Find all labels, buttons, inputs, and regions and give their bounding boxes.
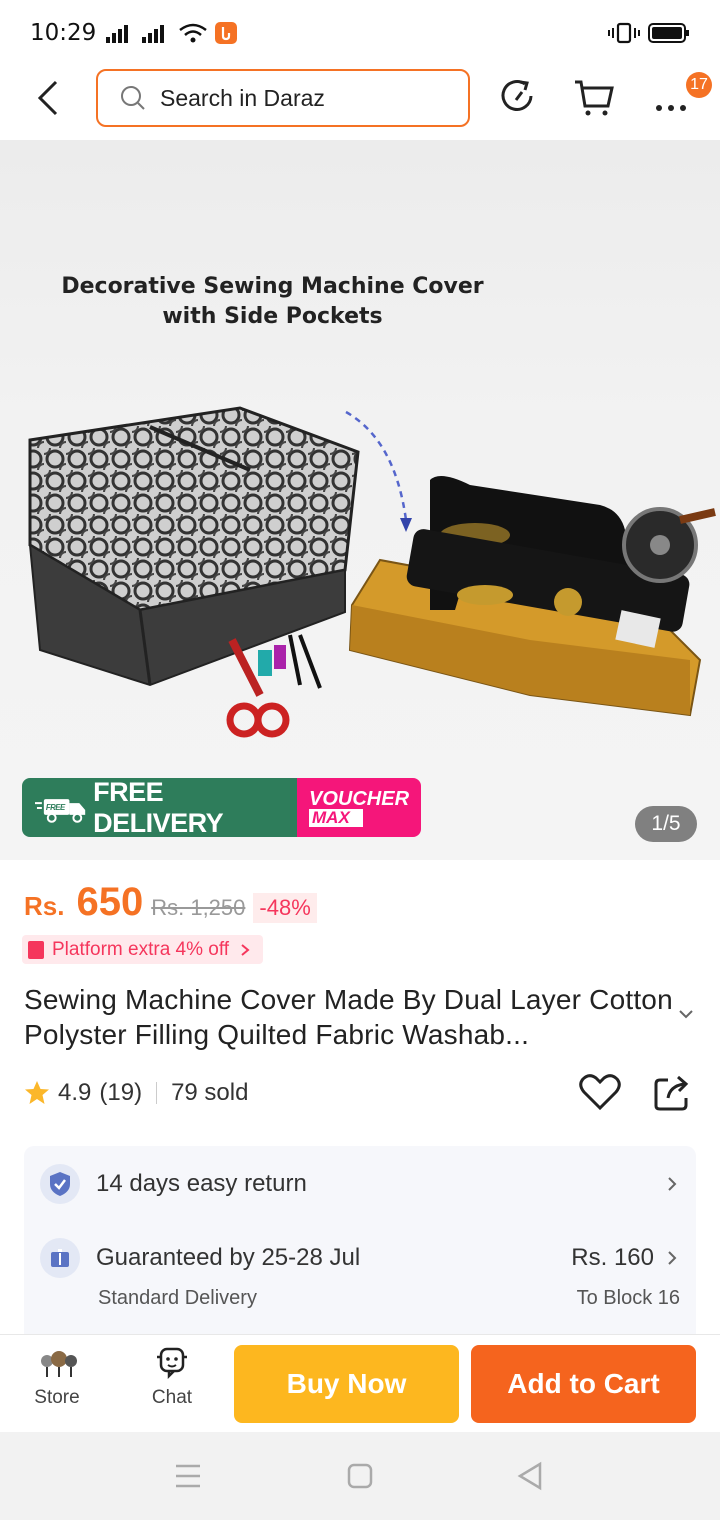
- history-button[interactable]: [498, 76, 542, 120]
- add-to-cart-button[interactable]: Add to Cart: [471, 1345, 696, 1423]
- expand-chevron-icon[interactable]: [676, 1004, 696, 1024]
- voucher-text: VOUCHER: [309, 787, 410, 810]
- status-time: 10:29: [30, 20, 97, 46]
- delivery-box-icon: [40, 1238, 80, 1278]
- back-arrow-icon: [37, 80, 58, 116]
- status-icons: [106, 21, 238, 45]
- chevron-right-icon: [668, 1177, 677, 1191]
- cart-button[interactable]: [572, 76, 616, 120]
- top-bar: Search in Daraz 17: [0, 66, 720, 140]
- store-logo-icon: [41, 1351, 77, 1377]
- battery-icon: [648, 23, 689, 43]
- platform-offer[interactable]: Platform extra 4% off: [22, 935, 264, 964]
- return-policy-row[interactable]: 14 days easy return: [40, 1164, 680, 1204]
- back-nav-icon[interactable]: [510, 1460, 550, 1492]
- image-pager: 1/5: [635, 806, 697, 842]
- system-nav-bar: [0, 1432, 720, 1520]
- status-bar: 10:29: [0, 0, 720, 66]
- delivery-type: Standard Delivery: [98, 1287, 257, 1309]
- product-title: Sewing Machine Cover Made By Dual Layer …: [24, 984, 673, 1050]
- delivery-row[interactable]: Guaranteed by 25-28 Jul Rs. 160: [40, 1238, 680, 1278]
- price-row: Rs. 650 Rs. 1,250 -48%: [24, 880, 317, 940]
- signal-icon-2: [142, 25, 165, 43]
- return-policy-text: 14 days easy return: [96, 1170, 307, 1197]
- free-small-text: FREE: [46, 802, 66, 811]
- menu-icon[interactable]: [168, 1460, 208, 1492]
- price-value: 650: [76, 880, 144, 924]
- chevron-right-icon: [241, 943, 250, 956]
- wifi-icon: [179, 23, 208, 43]
- shield-check-icon: [40, 1164, 80, 1204]
- price-currency: Rs.: [24, 891, 65, 921]
- search-placeholder: Search in Daraz: [160, 84, 325, 111]
- free-delivery-text: FREE DELIVERY: [93, 778, 224, 837]
- notification-badge: 17: [686, 72, 712, 98]
- refresh-history-icon: [501, 80, 533, 111]
- product-illustration: [28, 406, 716, 738]
- cart-icon: [575, 80, 614, 116]
- review-count: (19): [99, 1079, 143, 1106]
- store-button[interactable]: Store: [17, 1345, 97, 1425]
- guarantee-text: Guaranteed by 25-28 Jul: [96, 1244, 361, 1271]
- discount-badge: -48%: [253, 893, 317, 923]
- rating-value: 4.9: [58, 1079, 92, 1106]
- rating-row[interactable]: 4.9 (19) 79 sold: [24, 1073, 248, 1113]
- search-icon: [121, 86, 145, 110]
- more-dots-icon: [656, 105, 686, 111]
- chat-bot-icon: [157, 1347, 187, 1379]
- original-price: Rs. 1,250: [151, 895, 246, 920]
- chat-label: Chat: [151, 1387, 193, 1408]
- divider: [156, 1082, 158, 1104]
- free-delivery-badge: FREE FREE DELIVERY: [22, 778, 297, 837]
- promo-banner: FREE FREE DELIVERY VOUCHER MAX: [22, 778, 421, 837]
- share-icon[interactable]: [652, 1072, 692, 1112]
- vibrate-icon: [608, 22, 640, 44]
- voucher-max-badge: VOUCHER MAX: [297, 778, 421, 837]
- back-button[interactable]: [28, 76, 68, 120]
- star-icon: [25, 1081, 49, 1104]
- action-bar: Store Chat Buy Now Add to Cart: [0, 1334, 720, 1432]
- delivery-truck-icon: FREE: [34, 798, 86, 823]
- wishlist-heart-icon[interactable]: [578, 1072, 622, 1112]
- platform-offer-text: Platform extra 4% off: [52, 938, 230, 960]
- voucher-max-text: MAX: [309, 808, 363, 827]
- store-label: Store: [34, 1387, 80, 1408]
- sold-count: 79 sold: [171, 1079, 249, 1106]
- delivery-destination: To Block 16: [576, 1287, 680, 1309]
- search-input[interactable]: Search in Daraz: [96, 69, 470, 127]
- signal-icon: [106, 25, 129, 43]
- status-right: [608, 22, 690, 44]
- chevron-right-icon: [668, 1251, 677, 1265]
- app-notification-icon: [215, 22, 238, 44]
- delivery-fee: Rs. 160: [571, 1244, 654, 1271]
- chat-button[interactable]: Chat: [132, 1345, 212, 1425]
- product-image-carousel[interactable]: Decorative Sewing Machine Cover with Sid…: [0, 140, 720, 860]
- home-icon[interactable]: [340, 1460, 380, 1492]
- voucher-icon: [28, 940, 44, 959]
- buy-now-button[interactable]: Buy Now: [234, 1345, 459, 1423]
- delivery-card: 14 days easy return Guaranteed by 25-28 …: [24, 1146, 696, 1346]
